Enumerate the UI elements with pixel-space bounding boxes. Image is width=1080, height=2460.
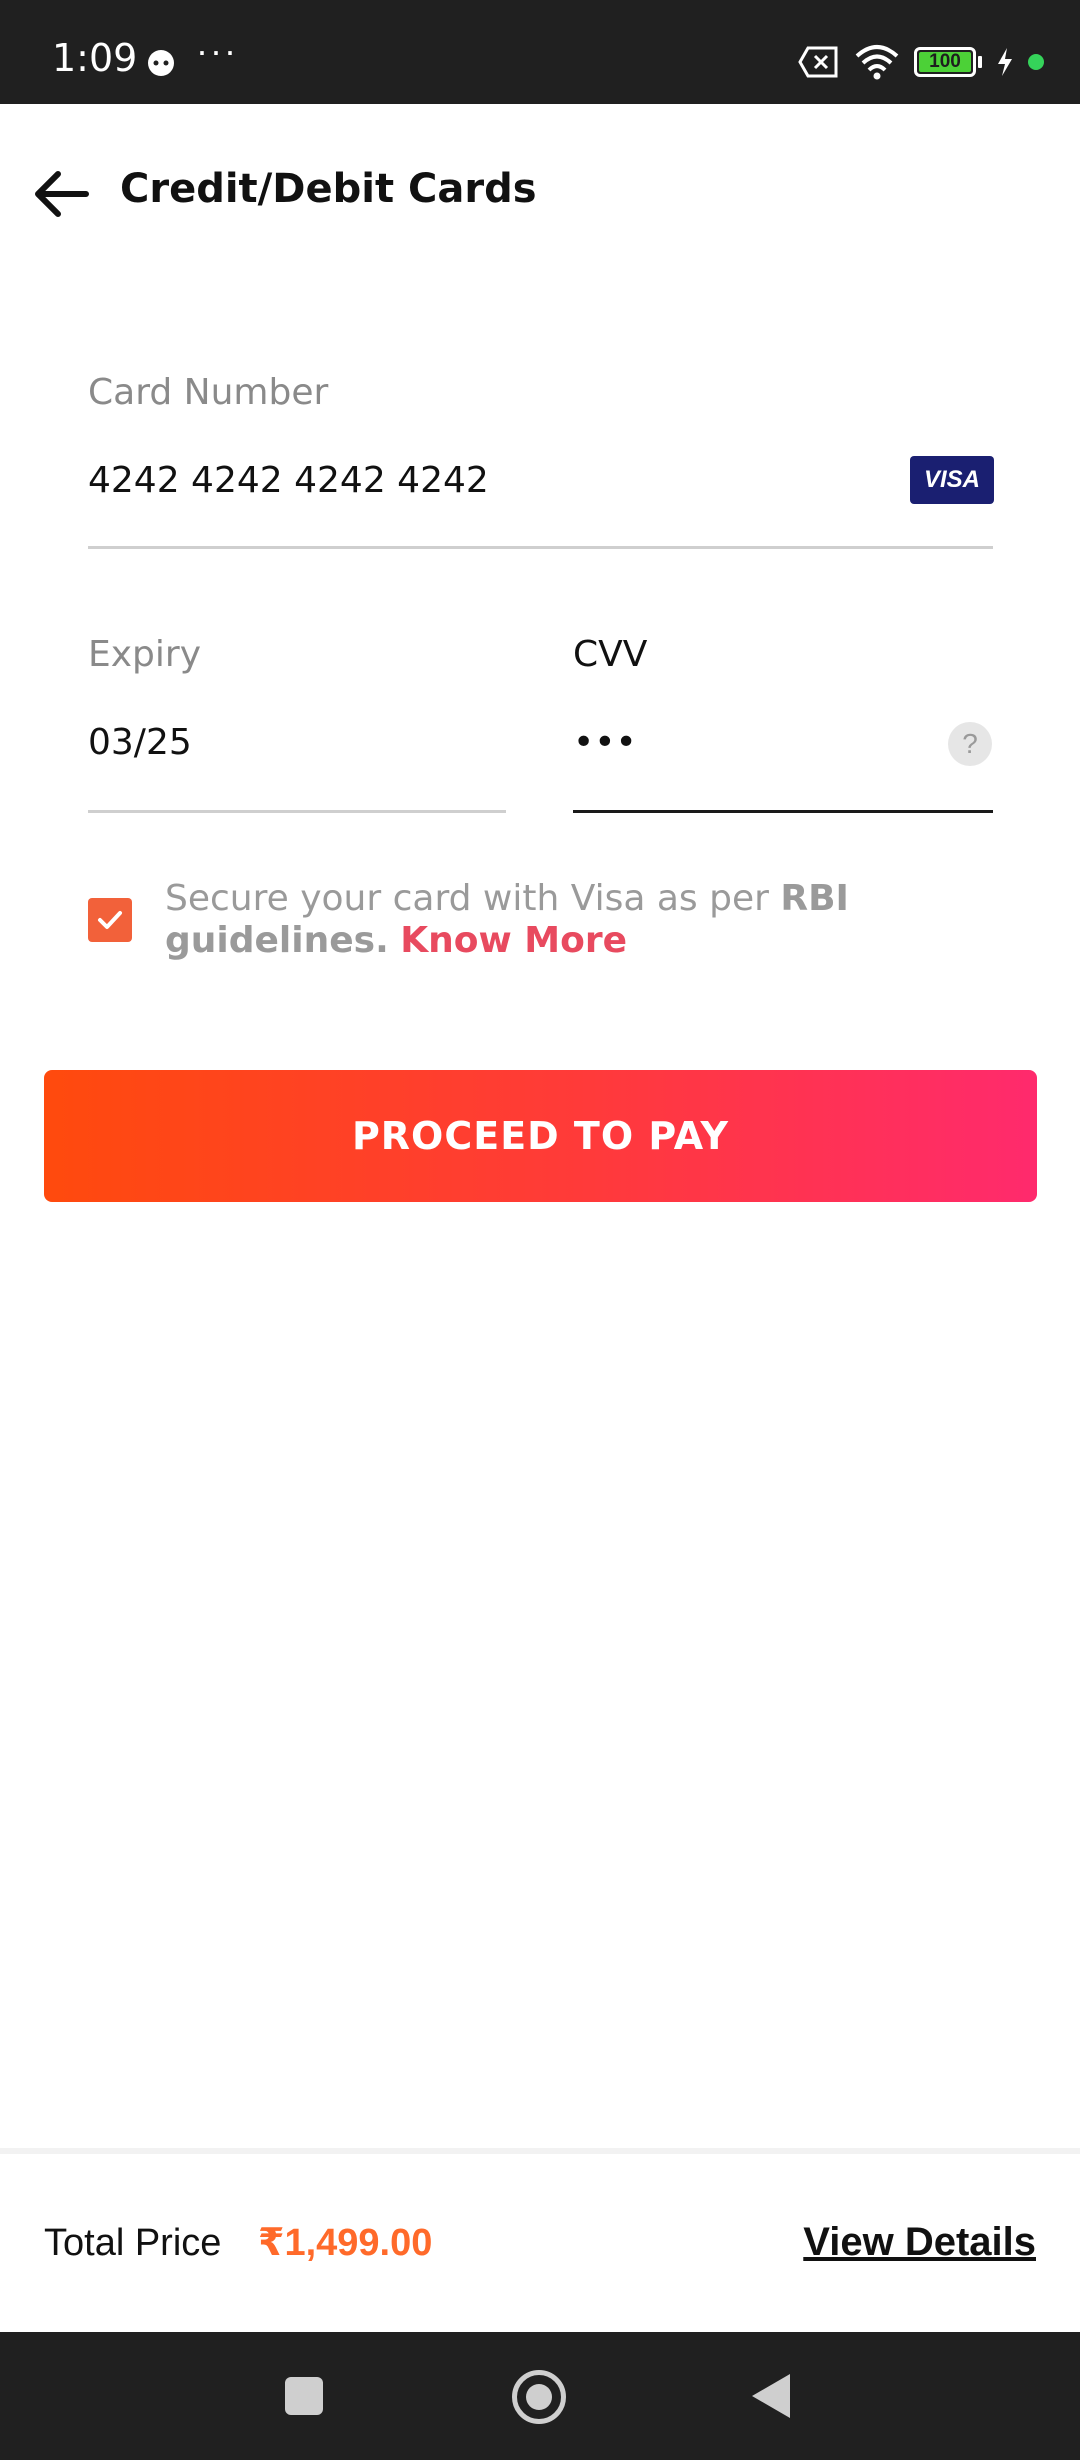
more-notifications-icon: ··· xyxy=(196,30,238,71)
expiry-underline xyxy=(88,810,506,813)
home-icon xyxy=(526,2384,552,2410)
app-header: Credit/Debit Cards xyxy=(0,104,1080,284)
view-details-link[interactable]: View Details xyxy=(803,2220,1036,2265)
wifi-icon xyxy=(855,45,899,80)
card-number-input[interactable]: 4242 4242 4242 4242 xyxy=(88,460,489,501)
status-time: 1:09 xyxy=(52,36,138,80)
card-number-underline xyxy=(88,546,993,549)
proceed-to-pay-button[interactable]: PROCEED TO PAY xyxy=(44,1070,1037,1202)
cvv-help-icon[interactable]: ? xyxy=(948,722,992,766)
cvv-label: CVV xyxy=(573,634,648,675)
checkmark-icon xyxy=(98,911,122,929)
cat-notification-icon xyxy=(148,50,174,76)
visa-card-brand-icon: VISA xyxy=(910,456,994,504)
status-bar: 1:09 ··· 100 xyxy=(0,0,1080,104)
status-right: 100 xyxy=(798,40,1044,84)
cvv-input[interactable]: ••• xyxy=(573,722,637,763)
no-sim-icon xyxy=(798,46,838,78)
cvv-underline xyxy=(573,810,993,813)
charging-icon xyxy=(998,48,1012,76)
home-button[interactable] xyxy=(512,2370,566,2424)
secure-card-text: Secure your card with Visa as per RBI gu… xyxy=(165,878,1025,962)
privacy-indicator-dot xyxy=(1028,54,1044,70)
know-more-link[interactable]: Know More xyxy=(400,920,627,961)
battery-level: 100 xyxy=(929,51,961,72)
system-nav-bar xyxy=(0,2332,1080,2460)
back-arrow-icon[interactable] xyxy=(28,160,96,228)
card-number-label: Card Number xyxy=(88,372,329,413)
page-title: Credit/Debit Cards xyxy=(120,166,537,212)
expiry-input[interactable]: 03/25 xyxy=(88,722,192,763)
system-back-button[interactable] xyxy=(752,2374,790,2418)
secure-card-checkbox[interactable] xyxy=(88,898,132,942)
expiry-label: Expiry xyxy=(88,634,202,675)
total-price-label: Total Price xyxy=(44,2222,222,2264)
secure-text-prefix: Secure your card with Visa as per xyxy=(165,878,781,919)
price-footer: Total Price ₹1,499.00 View Details xyxy=(0,2154,1080,2332)
battery-icon: 100 xyxy=(914,47,976,77)
battery-tip xyxy=(978,56,982,68)
total-price-value: ₹1,499.00 xyxy=(258,2222,433,2264)
recents-button[interactable] xyxy=(285,2377,323,2415)
